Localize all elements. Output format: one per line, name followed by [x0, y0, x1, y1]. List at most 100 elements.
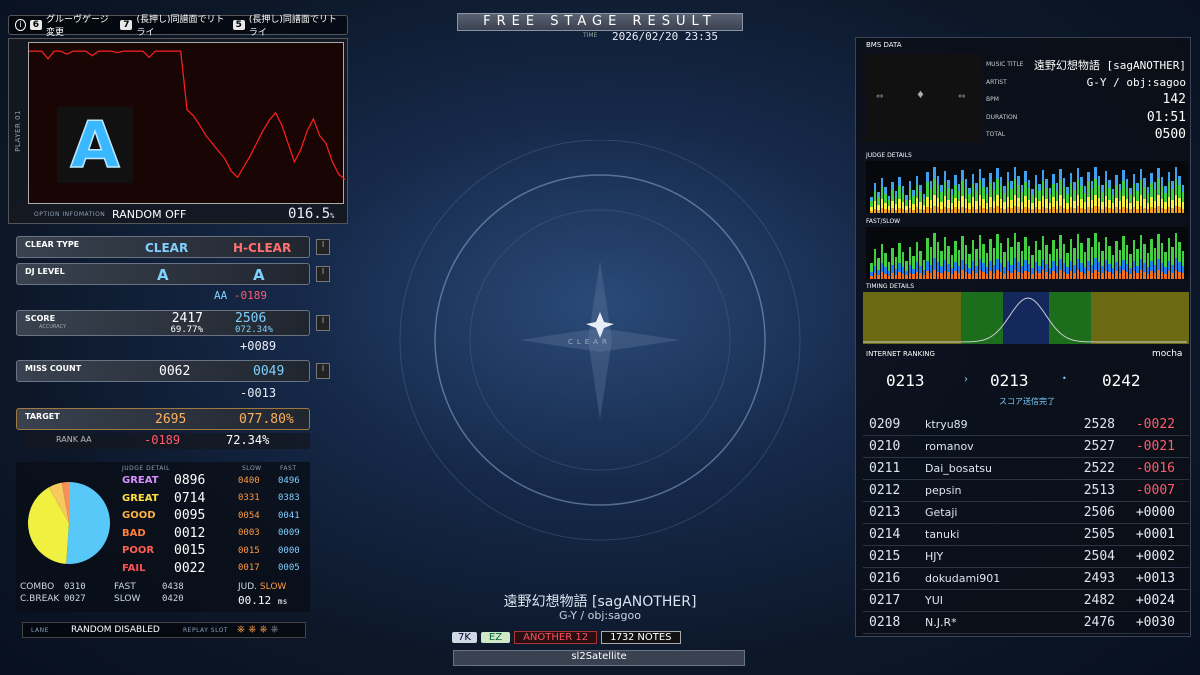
ranking-score: 2493: [1083, 571, 1115, 586]
arrow-left-icon: ⇔: [876, 92, 884, 102]
graph-bar: [975, 249, 978, 279]
graph-bar-segment: [1059, 169, 1062, 181]
graph-bar-segment: [1160, 177, 1163, 187]
graph-bar: [1017, 176, 1020, 213]
graph-bar-segment: [1115, 175, 1118, 185]
graph-bar: [1069, 173, 1072, 213]
graph-bar-segment: [880, 178, 883, 187]
graph-bar-segment: [1111, 195, 1114, 204]
miss-count-old: 0062: [159, 364, 191, 379]
graph-bar-segment: [1178, 262, 1181, 272]
replay-slot-2-icon[interactable]: ⎈: [248, 624, 256, 635]
ranking-name: dokudami901: [925, 572, 1001, 585]
graph-bar-segment: [1041, 236, 1044, 260]
bms-meta-row: BPM 142: [986, 91, 1186, 109]
judge-table: GREAT 0896 0400 0496 GREAT 0714 0331 0383 GOOD 00…: [122, 472, 308, 577]
graph-bar-segment: [929, 264, 932, 273]
graph-bar-segment: [1031, 274, 1034, 279]
graph-bar-segment: [940, 185, 943, 193]
graph-bar-segment: [1045, 199, 1048, 208]
graph-bar: [940, 251, 943, 279]
graph-bar-segment: [915, 207, 918, 213]
graph-bar-segment: [1003, 192, 1006, 203]
graph-bar: [1031, 255, 1034, 279]
stage-image: ⇔ ♦ ⇔: [866, 54, 982, 142]
graph-bar: [1010, 247, 1013, 279]
hint-key: 7: [120, 20, 133, 30]
graph-bar: [1160, 177, 1163, 213]
replay-slot-4-icon[interactable]: ⎈: [271, 624, 279, 635]
graph-bar-segment: [992, 189, 995, 201]
graph-bar-segment: [964, 187, 967, 200]
graph-bar-segment: [1153, 272, 1156, 279]
graph-bar-segment: [1129, 194, 1132, 203]
ranking-score: 2527: [1083, 439, 1115, 454]
graph-bar-segment: [1178, 242, 1181, 263]
graph-bar: [905, 261, 908, 279]
graph-bar-segment: [975, 273, 978, 279]
graph-bar-segment: [1115, 184, 1118, 198]
graph-bar-segment: [1143, 244, 1146, 264]
graph-bar-segment: [1097, 198, 1100, 208]
graph-bar-segment: [1062, 272, 1065, 279]
info-icon[interactable]: i: [15, 19, 26, 31]
difficulty-badge: ANOTHER 12: [514, 630, 598, 644]
graph-bar-segment: [954, 261, 957, 272]
graph-bar-segment: [1031, 255, 1034, 269]
graph-bar-segment: [880, 263, 883, 272]
rank-arrow-icon: ›: [964, 374, 968, 385]
graph-bar: [1111, 189, 1114, 213]
graph-bar-segment: [1024, 181, 1027, 197]
graph-bar-segment: [873, 273, 876, 279]
bms-meta-value: 遠野幻想物語 [sagANOTHER]: [1033, 58, 1186, 72]
ranking-score: 2482: [1083, 593, 1115, 608]
graph-bar-segment: [1059, 259, 1062, 271]
graph-bar-segment: [1076, 270, 1079, 279]
graph-bar: [1080, 177, 1083, 213]
graph-bar-segment: [1090, 189, 1093, 201]
graph-bar: [1118, 250, 1121, 279]
timing-details-chart: [863, 292, 1189, 344]
graph-bar-segment: [894, 209, 897, 213]
graph-bar: [957, 184, 960, 213]
graph-bar: [968, 254, 971, 279]
bms-meta-row: ARTIST G-Y / obj:sagoo: [986, 74, 1186, 92]
graph-bar-segment: [919, 185, 922, 193]
graph-bar: [929, 181, 932, 213]
graph-bar-segment: [999, 186, 1002, 199]
graph-bar-segment: [1010, 181, 1013, 190]
graph-bar-segment: [996, 258, 999, 270]
graph-bar-segment: [915, 262, 918, 272]
graph-bar-segment: [1125, 179, 1128, 188]
replay-slot-3-icon[interactable]: ⎈: [259, 624, 267, 635]
graph-bar-segment: [1153, 208, 1156, 213]
graph-bar-segment: [1059, 270, 1062, 279]
graph-bar: [971, 174, 974, 213]
ranking-score: 2505: [1083, 527, 1115, 542]
song-title: 遠野幻想物語 [sagANOTHER]: [503, 594, 697, 610]
graph-bar-segment: [1143, 272, 1146, 279]
graph-bar: [1090, 247, 1093, 279]
graph-bar-segment: [933, 233, 936, 259]
graph-bar-segment: [1136, 208, 1139, 213]
graph-bar-segment: [1062, 178, 1065, 187]
judge-name: GOOD: [122, 510, 156, 522]
graph-bar-segment: [1006, 260, 1009, 271]
graph-bar-segment: [943, 206, 946, 213]
judge-slow: 0003: [238, 528, 260, 539]
graph-bar: [1069, 239, 1072, 279]
graph-bar-segment: [933, 194, 936, 207]
graph-bar: [1139, 235, 1142, 279]
replay-slot-1-icon[interactable]: ⎈: [237, 624, 245, 635]
graph-bar-segment: [1136, 190, 1139, 201]
graph-bar-segment: [1097, 207, 1100, 213]
ranking-score: 2476: [1083, 615, 1115, 630]
graph-bar-segment: [1024, 270, 1027, 279]
graph-bar-segment: [1083, 208, 1086, 213]
combo-value: 0310: [64, 582, 86, 592]
graph-bar: [1090, 181, 1093, 213]
judge-slow: 0054: [238, 510, 260, 521]
graph-bar: [1066, 187, 1069, 213]
graph-bar: [884, 187, 887, 213]
notes-badge: 1732 NOTES: [601, 630, 681, 644]
